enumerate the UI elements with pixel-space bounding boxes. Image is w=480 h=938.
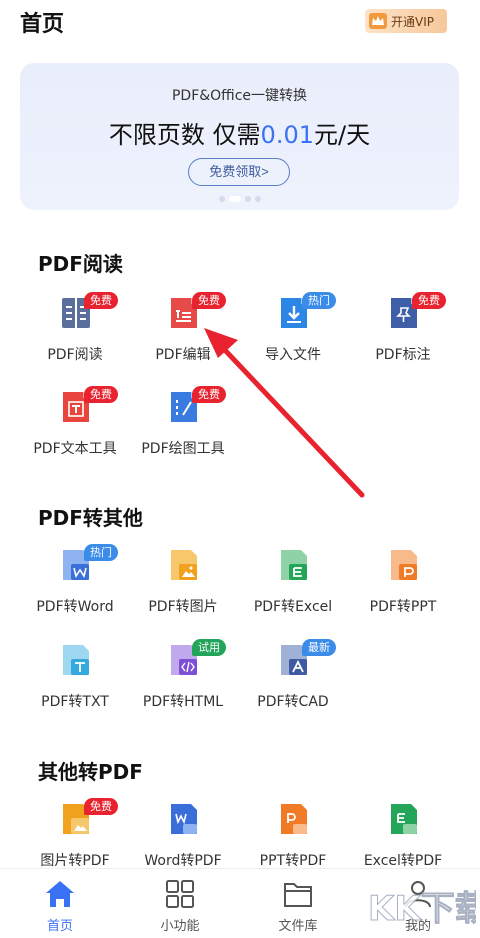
tab-label: 首页 [46,919,73,934]
tool-label: PDF转PPT [369,599,437,615]
tool-label: PDF标注 [375,347,431,363]
tool-pdf-edit[interactable]: 免费 PDF编辑 [128,292,238,386]
tool-label: PPT转PDF [259,853,327,869]
watermark-logo: KK下载 [368,889,477,930]
tool-pdf-to-html[interactable]: 试用 PDF转HTML [128,639,238,733]
tool-label: PDF文本工具 [33,441,117,457]
tool-label: PDF编辑 [155,347,211,363]
folder-icon [284,883,312,907]
tab-mini-tools[interactable]: 小功能 [140,879,220,937]
badge-free: 免费 [192,386,226,403]
badge-free: 免费 [192,292,226,309]
tool-pdf-to-word[interactable]: 热门 PDF转Word [20,544,130,638]
tool-label: 导入文件 [265,347,321,363]
tab-file-library[interactable]: 文件库 [258,879,338,937]
carousel-dots [20,196,459,202]
tool-pdf-to-excel[interactable]: PDF转Excel [238,548,348,638]
tool-label: PDF转CAD [257,694,329,710]
carousel-dot[interactable] [254,196,261,202]
badge-trial: 试用 [192,639,226,656]
free-claim-button[interactable]: 免费领取> [188,158,290,186]
tool-label: 图片转PDF [40,853,110,869]
badge-new: 最新 [302,639,336,656]
badge-hot: 热门 [302,292,336,309]
tool-pdf-text[interactable]: 免费 PDF文本工具 [20,386,130,480]
tab-label: 文件库 [278,919,318,934]
banner-main-prefix: 不限页数 仅需 [108,121,261,149]
badge-free: 免费 [84,798,118,815]
tool-label: PDF转图片 [148,599,218,615]
carousel-dot-active[interactable] [228,196,241,202]
banner-price: 0.01 [260,121,314,149]
tool-label: PDF绘图工具 [141,441,225,457]
tool-pdf-to-ppt[interactable]: PDF转PPT [348,548,458,638]
tool-label: PDF转Excel [253,599,333,615]
excel-icon [281,550,307,580]
header: 首页 开通VIP [0,0,480,48]
crown-icon [369,13,387,29]
promo-banner[interactable]: PDF&Office一键转换 不限页数 仅需0.01元/天 免费领取> [20,63,459,210]
badge-hot: 热门 [84,544,118,561]
ppt-icon [281,804,307,834]
tool-label: PDF转TXT [41,694,109,710]
txt-icon [63,645,89,675]
tool-pdf-read[interactable]: 免费 PDF阅读 [20,292,130,386]
tool-label: PDF阅读 [47,347,103,363]
tool-label: Excel转PDF [363,853,443,869]
carousel-dot[interactable] [244,196,251,202]
vip-button[interactable]: 开通VIP [365,9,447,33]
tool-label: Word转PDF [144,853,222,869]
tool-pdf-to-txt[interactable]: PDF转TXT [20,643,130,733]
home-icon [46,881,74,907]
banner-subtitle: PDF&Office一键转换 [171,88,308,104]
svg-text:KK下载: KK下载 [368,889,476,929]
badge-free: 免费 [412,292,446,309]
carousel-dot[interactable] [218,196,225,202]
section-title-pdf-read: PDF阅读 [38,252,123,276]
tool-label: PDF转Word [36,599,114,615]
badge-free: 免费 [84,386,118,403]
word-icon [171,804,197,834]
tool-import-file[interactable]: 热门 导入文件 [238,292,348,386]
excel-icon [391,804,417,834]
tool-pdf-annotate[interactable]: 免费 PDF标注 [348,292,458,386]
tab-home[interactable]: 首页 [20,879,100,937]
badge-free: 免费 [84,292,118,309]
banner-main-text: 不限页数 仅需0.01元/天 [20,115,459,150]
banner-main-suffix: 元/天 [313,121,371,149]
tool-pdf-to-image[interactable]: PDF转图片 [128,548,238,638]
ppt-icon [391,550,417,580]
grid-icon [166,880,194,908]
section-title-pdf-to-other: PDF转其他 [38,506,143,530]
vip-label: 开通VIP [391,14,434,29]
image-icon [171,550,197,580]
tab-label: 小功能 [160,919,200,934]
tool-pdf-to-cad[interactable]: 最新 PDF转CAD [238,639,348,733]
page-title: 首页 [20,12,65,37]
section-title-other-to-pdf: 其他转PDF [38,760,143,784]
tool-pdf-draw[interactable]: 免费 PDF绘图工具 [128,386,238,480]
tool-label: PDF转HTML [142,694,224,710]
